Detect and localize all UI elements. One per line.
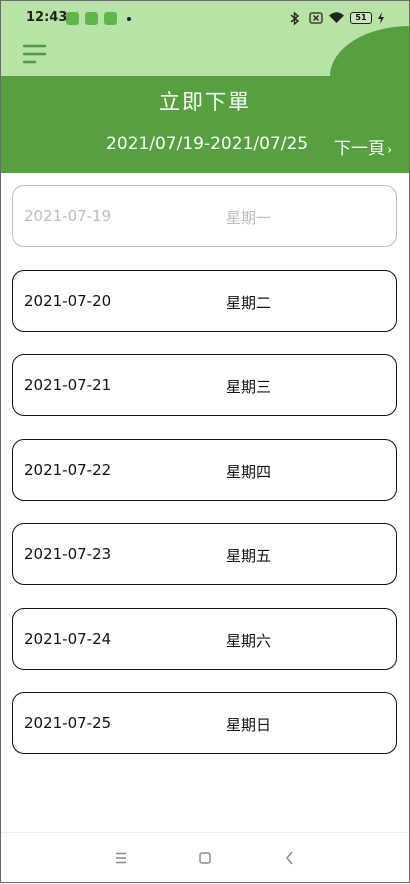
system-nav-bar	[0, 832, 410, 884]
next-page-label: 下一頁	[334, 139, 385, 159]
day-card-monday: 2021-07-19 星期一	[12, 185, 397, 247]
menu-button[interactable]	[22, 42, 48, 66]
back-button[interactable]	[279, 847, 301, 869]
top-bar: 12:43 51	[0, 0, 410, 76]
wifi-icon	[329, 12, 344, 23]
battery-icon: 51	[350, 12, 372, 24]
more-notifications-icon	[127, 17, 131, 21]
day-card-tuesday[interactable]: 2021-07-20 星期二	[12, 269, 397, 332]
app-notification-icon	[85, 12, 98, 25]
day-card-saturday[interactable]: 2021-07-24 星期六	[12, 607, 397, 670]
day-list: 2021-07-19 星期一 2021-07-20 星期二 2021-07-21…	[12, 185, 397, 777]
no-sim-icon	[309, 12, 323, 24]
day-card-friday[interactable]: 2021-07-23 星期五	[12, 523, 397, 585]
day-date: 2021-07-23	[24, 545, 112, 563]
day-date: 2021-07-19	[24, 207, 112, 225]
next-page-button[interactable]: 下一頁 ›	[334, 134, 392, 159]
day-card-thursday[interactable]: 2021-07-22 星期四	[12, 438, 397, 501]
day-weekday: 星期三	[226, 378, 272, 396]
day-weekday: 星期四	[226, 462, 272, 481]
day-weekday: 星期日	[226, 716, 272, 734]
day-date: 2021-07-20	[24, 291, 112, 310]
download-notification-icon	[66, 12, 79, 25]
day-date: 2021-07-25	[24, 714, 112, 732]
day-weekday: 星期五	[226, 547, 272, 565]
home-icon	[199, 852, 211, 864]
status-bar: 12:43 51	[0, 0, 410, 36]
app-notification-icon	[104, 12, 117, 25]
page-title: 立即下單	[159, 90, 251, 114]
day-card-wednesday[interactable]: 2021-07-21 星期三	[12, 354, 397, 416]
home-button[interactable]	[194, 847, 216, 869]
day-card-sunday[interactable]: 2021-07-25 星期日	[12, 692, 397, 754]
day-weekday: 星期六	[226, 631, 272, 650]
menu-icon	[22, 44, 47, 64]
bluetooth-icon	[290, 11, 300, 26]
back-icon	[286, 851, 293, 865]
day-weekday: 星期一	[226, 209, 272, 227]
day-date: 2021-07-21	[24, 376, 112, 394]
day-date: 2021-07-22	[24, 460, 112, 479]
date-range: 2021/07/19-2021/07/25	[106, 134, 309, 154]
day-date: 2021-07-24	[24, 629, 112, 648]
recents-button[interactable]	[110, 847, 132, 869]
status-time: 12:43	[26, 10, 68, 25]
charging-icon	[378, 12, 384, 24]
recents-icon	[116, 852, 126, 864]
day-weekday: 星期二	[226, 293, 272, 312]
chevron-right-icon: ›	[387, 143, 393, 158]
